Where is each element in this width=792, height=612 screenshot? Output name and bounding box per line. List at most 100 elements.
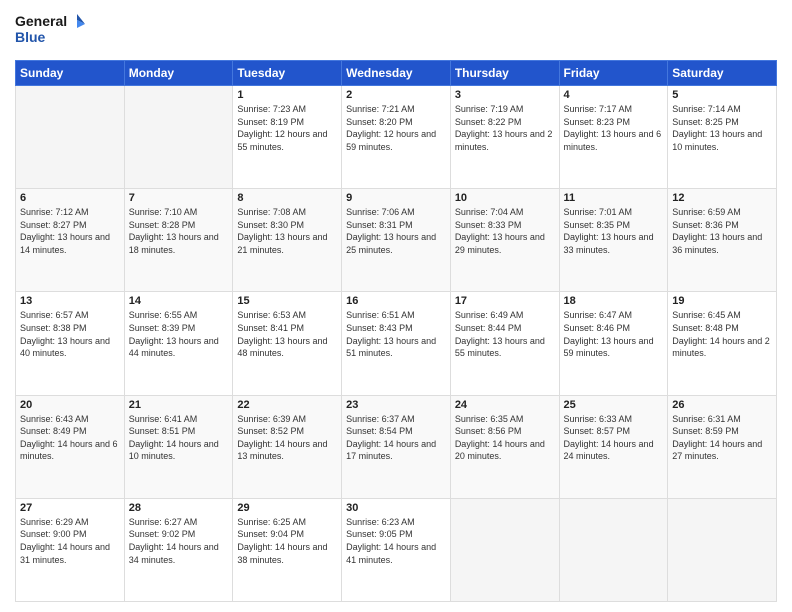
calendar-cell-w1-d5: 4 Sunrise: 7:17 AMSunset: 8:23 PMDaylight… [559, 86, 668, 189]
day-info: Sunrise: 6:29 AMSunset: 9:00 PMDaylight:… [20, 516, 120, 566]
calendar-cell-w3-d1: 14Sunrise: 6:55 AMSunset: 8:39 PMDayligh… [124, 292, 233, 395]
day-number: 6 [20, 192, 120, 204]
day-number: 4 [564, 89, 664, 101]
calendar-cell-w2-d5: 11Sunrise: 7:01 AMSunset: 8:35 PMDayligh… [559, 189, 668, 292]
day-number: 19 [672, 295, 772, 307]
day-number: 8 [237, 192, 337, 204]
calendar-cell-w2-d6: 12 Sunrise: 6:59 AMSunset: 8:36 PMDayligh… [668, 189, 777, 292]
calendar-cell-w3-d0: 13 Sunrise: 6:57 AMSunset: 8:38 PMDayligh… [16, 292, 125, 395]
day-number: 15 [237, 295, 337, 307]
day-number: 18 [564, 295, 664, 307]
calendar-cell-w3-d5: 18 Sunrise: 6:47 AMSunset: 8:46 PMDayligh… [559, 292, 668, 395]
day-number: 3 [455, 89, 555, 101]
day-info: Sunrise: 6:27 AMSunset: 9:02 PMDaylight:… [129, 516, 229, 566]
calendar-cell-w4-d5: 25 Sunrise: 6:33 AMSunset: 8:57 PMDayligh… [559, 395, 668, 498]
calendar-cell-w1-d1 [124, 86, 233, 189]
calendar-cell-w4-d1: 21Sunrise: 6:41 AMSunset: 8:51 PMDayligh… [124, 395, 233, 498]
day-number: 12 [672, 192, 772, 204]
calendar-cell-w5-d1: 28 Sunrise: 6:27 AMSunset: 9:02 PMDayligh… [124, 498, 233, 601]
day-number: 1 [237, 89, 337, 101]
day-info: Sunrise: 6:49 AMSunset: 8:44 PMDaylight:… [455, 309, 555, 359]
day-info: Sunrise: 7:10 AMSunset: 8:28 PMDaylight:… [129, 206, 229, 256]
logo-svg: General Blue [15, 10, 85, 52]
calendar-cell-w5-d0: 27 Sunrise: 6:29 AMSunset: 9:00 PMDayligh… [16, 498, 125, 601]
calendar-cell-w4-d3: 23 Sunrise: 6:37 AMSunset: 8:54 PMDayligh… [342, 395, 451, 498]
calendar-cell-w1-d6: 5 Sunrise: 7:14 AMSunset: 8:25 PMDaylight… [668, 86, 777, 189]
day-info: Sunrise: 7:21 AMSunset: 8:20 PMDaylight:… [346, 103, 446, 153]
col-wednesday: Wednesday [342, 61, 451, 86]
day-number: 11 [564, 192, 664, 204]
day-info: Sunrise: 6:57 AMSunset: 8:38 PMDaylight:… [20, 309, 120, 359]
logo: General Blue [15, 10, 85, 52]
day-number: 23 [346, 399, 446, 411]
col-saturday: Saturday [668, 61, 777, 86]
col-thursday: Thursday [450, 61, 559, 86]
day-number: 7 [129, 192, 229, 204]
calendar-cell-w5-d5 [559, 498, 668, 601]
day-info: Sunrise: 7:17 AMSunset: 8:23 PMDaylight:… [564, 103, 664, 153]
calendar-cell-w1-d4: 3 Sunrise: 7:19 AMSunset: 8:22 PMDaylight… [450, 86, 559, 189]
day-number: 27 [20, 502, 120, 514]
day-info: Sunrise: 6:39 AMSunset: 8:52 PMDaylight:… [237, 413, 337, 463]
calendar-cell-w2-d2: 8Sunrise: 7:08 AMSunset: 8:30 PMDaylight… [233, 189, 342, 292]
col-friday: Friday [559, 61, 668, 86]
day-info: Sunrise: 6:59 AMSunset: 8:36 PMDaylight:… [672, 206, 772, 256]
day-info: Sunrise: 6:45 AMSunset: 8:48 PMDaylight:… [672, 309, 772, 359]
calendar-cell-w5-d6 [668, 498, 777, 601]
calendar-cell-w2-d0: 6 Sunrise: 7:12 AMSunset: 8:27 PMDaylight… [16, 189, 125, 292]
calendar-cell-w4-d0: 20 Sunrise: 6:43 AMSunset: 8:49 PMDayligh… [16, 395, 125, 498]
calendar-table: Sunday Monday Tuesday Wednesday Thursday… [15, 60, 777, 602]
day-number: 28 [129, 502, 229, 514]
day-info: Sunrise: 6:47 AMSunset: 8:46 PMDaylight:… [564, 309, 664, 359]
day-number: 20 [20, 399, 120, 411]
page: General Blue Sunday Monday Tuesday Wedne… [0, 0, 792, 612]
svg-text:General: General [15, 13, 67, 29]
day-info: Sunrise: 6:53 AMSunset: 8:41 PMDaylight:… [237, 309, 337, 359]
day-info: Sunrise: 7:19 AMSunset: 8:22 PMDaylight:… [455, 103, 555, 153]
col-sunday: Sunday [16, 61, 125, 86]
day-info: Sunrise: 7:12 AMSunset: 8:27 PMDaylight:… [20, 206, 120, 256]
header: General Blue [15, 10, 777, 52]
calendar-cell-w3-d3: 16 Sunrise: 6:51 AMSunset: 8:43 PMDayligh… [342, 292, 451, 395]
day-number: 30 [346, 502, 446, 514]
day-info: Sunrise: 6:25 AMSunset: 9:04 PMDaylight:… [237, 516, 337, 566]
day-number: 21 [129, 399, 229, 411]
calendar-cell-w1-d3: 2 Sunrise: 7:21 AMSunset: 8:20 PMDaylight… [342, 86, 451, 189]
day-info: Sunrise: 6:23 AMSunset: 9:05 PMDaylight:… [346, 516, 446, 566]
calendar-week-2: 6 Sunrise: 7:12 AMSunset: 8:27 PMDaylight… [16, 189, 777, 292]
day-info: Sunrise: 7:06 AMSunset: 8:31 PMDaylight:… [346, 206, 446, 256]
day-info: Sunrise: 6:33 AMSunset: 8:57 PMDaylight:… [564, 413, 664, 463]
calendar-cell-w2-d3: 9Sunrise: 7:06 AMSunset: 8:31 PMDaylight… [342, 189, 451, 292]
calendar-cell-w5-d3: 30 Sunrise: 6:23 AMSunset: 9:05 PMDayligh… [342, 498, 451, 601]
calendar-week-5: 27 Sunrise: 6:29 AMSunset: 9:00 PMDayligh… [16, 498, 777, 601]
day-info: Sunrise: 7:23 AMSunset: 8:19 PMDaylight:… [237, 103, 337, 153]
calendar-cell-w3-d4: 17Sunrise: 6:49 AMSunset: 8:44 PMDayligh… [450, 292, 559, 395]
calendar-header-row: Sunday Monday Tuesday Wednesday Thursday… [16, 61, 777, 86]
calendar-cell-w3-d2: 15 Sunrise: 6:53 AMSunset: 8:41 PMDayligh… [233, 292, 342, 395]
day-number: 26 [672, 399, 772, 411]
day-info: Sunrise: 7:14 AMSunset: 8:25 PMDaylight:… [672, 103, 772, 153]
day-number: 29 [237, 502, 337, 514]
calendar-week-4: 20 Sunrise: 6:43 AMSunset: 8:49 PMDayligh… [16, 395, 777, 498]
calendar-cell-w5-d2: 29 Sunrise: 6:25 AMSunset: 9:04 PMDayligh… [233, 498, 342, 601]
day-info: Sunrise: 6:43 AMSunset: 8:49 PMDaylight:… [20, 413, 120, 463]
calendar-cell-w4-d2: 22Sunrise: 6:39 AMSunset: 8:52 PMDayligh… [233, 395, 342, 498]
col-monday: Monday [124, 61, 233, 86]
day-info: Sunrise: 6:37 AMSunset: 8:54 PMDaylight:… [346, 413, 446, 463]
day-number: 2 [346, 89, 446, 101]
calendar-cell-w5-d4 [450, 498, 559, 601]
day-info: Sunrise: 6:51 AMSunset: 8:43 PMDaylight:… [346, 309, 446, 359]
day-number: 13 [20, 295, 120, 307]
col-tuesday: Tuesday [233, 61, 342, 86]
day-number: 25 [564, 399, 664, 411]
calendar-cell-w4-d6: 26 Sunrise: 6:31 AMSunset: 8:59 PMDayligh… [668, 395, 777, 498]
day-info: Sunrise: 6:55 AMSunset: 8:39 PMDaylight:… [129, 309, 229, 359]
calendar-cell-w2-d1: 7 Sunrise: 7:10 AMSunset: 8:28 PMDaylight… [124, 189, 233, 292]
day-info: Sunrise: 7:04 AMSunset: 8:33 PMDaylight:… [455, 206, 555, 256]
calendar-cell-w1-d2: 1 Sunrise: 7:23 AMSunset: 8:19 PMDaylight… [233, 86, 342, 189]
day-info: Sunrise: 6:31 AMSunset: 8:59 PMDaylight:… [672, 413, 772, 463]
day-number: 5 [672, 89, 772, 101]
day-number: 16 [346, 295, 446, 307]
day-number: 24 [455, 399, 555, 411]
calendar-cell-w1-d0 [16, 86, 125, 189]
